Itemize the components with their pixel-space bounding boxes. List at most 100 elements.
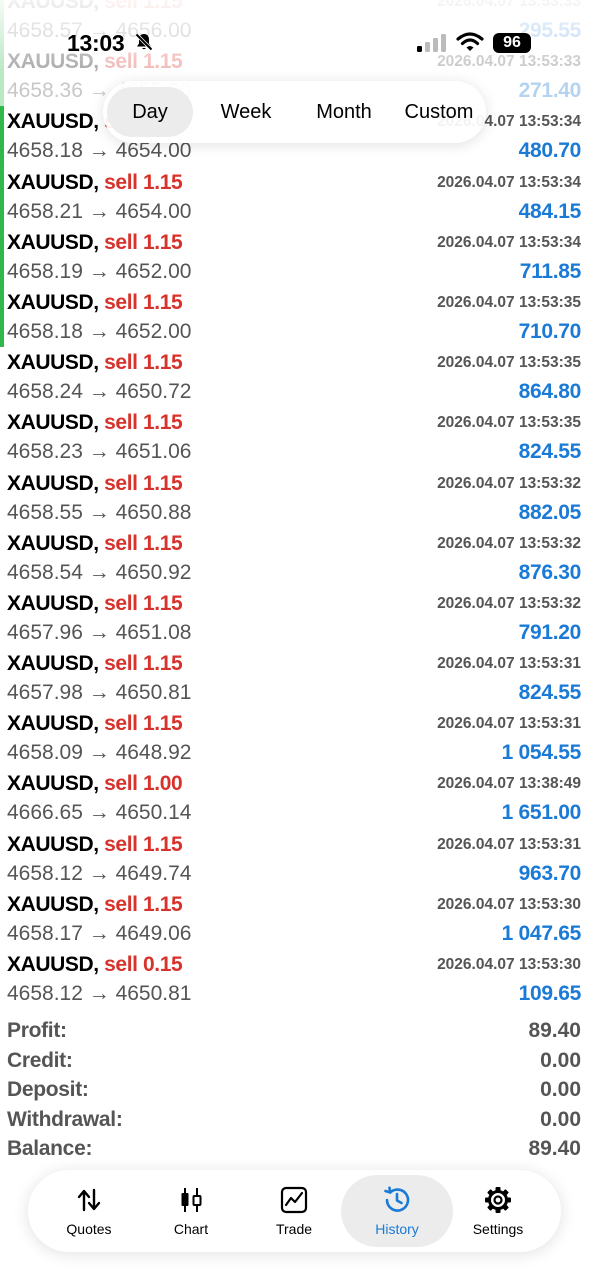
trade-prices: 4658.24 → 4650.72 <box>7 380 192 404</box>
trade-symbol: XAUUSD, <box>7 591 99 615</box>
trade-symbol: XAUUSD, <box>7 471 99 495</box>
trade-prices: 4658.17 → 4649.06 <box>7 921 192 945</box>
trade-history-list[interactable]: XAUUSD, sell 1.15 2026.04.07 13:53:33 4658… <box>0 0 589 1009</box>
trade-row[interactable]: XAUUSD, sell 1.15 2026.04.07 13:53:32 4658… <box>0 468 589 528</box>
trade-row[interactable]: XAUUSD, sell 1.15 2026.04.07 13:53:31 4657… <box>0 648 589 708</box>
trade-row[interactable]: XAUUSD, sell 1.15 2026.04.07 13:53:30 4658… <box>0 889 589 949</box>
trade-time: 2026.04.07 13:53:34 <box>437 233 581 251</box>
trade-profit: 963.70 <box>518 861 582 885</box>
summary-deposit-label: Deposit: <box>7 1078 89 1102</box>
trade-time: 2026.04.07 13:53:33 <box>437 0 581 10</box>
gear-icon <box>483 1185 513 1215</box>
trade-profit: 824.55 <box>518 681 582 705</box>
tab-history[interactable]: History <box>341 1175 453 1247</box>
trade-profit: 1 651.00 <box>501 801 582 825</box>
trade-symbol: XAUUSD, <box>7 892 99 916</box>
trade-title: XAUUSD, sell 1.15 <box>7 170 183 195</box>
trade-title: XAUUSD, sell 1.15 <box>7 50 183 74</box>
trade-side: sell 1.15 <box>104 170 183 194</box>
trade-side: sell 1.15 <box>104 290 183 314</box>
trade-time: 2026.04.07 13:53:33 <box>437 53 581 71</box>
trade-title: XAUUSD, sell 1.15 <box>7 231 183 255</box>
trade-title: XAUUSD, sell 1.15 <box>7 892 183 917</box>
period-selector: Day Week Month Custom <box>103 81 486 143</box>
trade-symbol: XAUUSD, <box>7 170 99 194</box>
trade-profit: 484.15 <box>518 199 582 223</box>
trade-title: XAUUSD, sell 1.15 <box>7 290 183 315</box>
trade-side: sell 1.15 <box>104 832 183 856</box>
trade-time: 2026.04.07 13:53:32 <box>437 534 581 552</box>
trade-symbol: XAUUSD, <box>7 290 99 314</box>
tab-day[interactable]: Day <box>107 87 193 137</box>
tab-trade[interactable]: Trade <box>244 1175 344 1247</box>
trade-prices: 4658.18 → 4652.00 <box>7 319 192 343</box>
tab-week[interactable]: Week <box>203 87 289 137</box>
trade-row[interactable]: XAUUSD, sell 1.15 2026.04.07 13:53:33 4658… <box>0 0 589 47</box>
trade-time: 2026.04.07 13:53:35 <box>437 354 581 372</box>
tab-month[interactable]: Month <box>299 87 389 137</box>
trade-row[interactable]: XAUUSD, sell 1.15 2026.04.07 13:53:31 4658… <box>0 829 589 889</box>
tab-chart[interactable]: Chart <box>141 1175 241 1247</box>
trade-profit: 109.65 <box>518 982 582 1005</box>
summary-withdrawal-row: Withdrawal: 0.00 <box>0 1105 589 1135</box>
trade-row[interactable]: XAUUSD, sell 1.15 2026.04.07 13:53:35 4658… <box>0 286 589 348</box>
summary-profit-label: Profit: <box>7 1019 67 1042</box>
trade-side: sell 1.15 <box>104 351 183 375</box>
trade-side: sell 1.15 <box>104 471 183 495</box>
trade-prices: 4658.12 → 4649.74 <box>7 861 192 885</box>
tab-settings[interactable]: Settings <box>448 1175 548 1247</box>
trade-prices: 4658.09 → 4648.92 <box>7 741 192 765</box>
account-summary: Profit: 89.40 Credit: 0.00 Deposit: 0.00… <box>0 1016 589 1164</box>
trade-title: XAUUSD, sell 0.15 <box>7 953 183 977</box>
summary-balance-value: 89.40 <box>528 1137 581 1161</box>
trade-time: 2026.04.07 13:53:30 <box>437 956 581 973</box>
trade-prices: 4658.23 → 4651.06 <box>7 440 192 464</box>
trade-prices: 4658.57 → 4656.00 <box>7 19 192 42</box>
trade-title: XAUUSD, sell 1.15 <box>7 471 183 496</box>
trade-row[interactable]: XAUUSD, sell 1.15 2026.04.07 13:53:35 4658… <box>0 407 589 467</box>
position-bar <box>0 166 4 227</box>
trade-symbol: XAUUSD, <box>7 772 99 796</box>
trade-prices: 4658.12 → 4650.81 <box>7 982 192 1005</box>
tab-chart-label: Chart <box>173 1221 209 1237</box>
trade-profit: 882.05 <box>518 500 582 524</box>
trade-symbol: XAUUSD, <box>7 531 99 555</box>
trade-prices: 4657.96 → 4651.08 <box>7 620 192 644</box>
trade-row[interactable]: XAUUSD, sell 1.15 2026.04.07 13:53:32 4658… <box>0 528 589 588</box>
trade-title: XAUUSD, sell 1.00 <box>7 772 183 796</box>
trade-title: XAUUSD, sell 1.15 <box>7 832 183 857</box>
position-bar <box>0 106 4 167</box>
trade-symbol: XAUUSD, <box>7 411 99 435</box>
line-chart-icon <box>279 1185 309 1215</box>
position-bar <box>0 286 4 348</box>
trade-side: sell 1.15 <box>104 531 183 555</box>
trade-prices: 4658.55 → 4650.88 <box>7 500 192 524</box>
trade-side: sell 1.15 <box>104 0 183 13</box>
trade-row[interactable]: XAUUSD, sell 1.15 2026.04.07 13:53:34 4658… <box>0 226 589 287</box>
trade-time: 2026.04.07 13:53:35 <box>437 414 581 432</box>
summary-credit-value: 0.00 <box>540 1048 581 1072</box>
trade-profit: 824.55 <box>518 440 582 464</box>
tab-quotes[interactable]: Quotes <box>39 1175 139 1247</box>
trade-side: sell 1.15 <box>104 411 183 435</box>
trade-side: sell 1.15 <box>104 50 183 74</box>
trade-row[interactable]: XAUUSD, sell 1.00 2026.04.07 13:38:49 4666… <box>0 768 589 828</box>
trade-row[interactable]: XAUUSD, sell 1.15 2026.04.07 13:53:32 4657… <box>0 588 589 648</box>
summary-credit-row: Credit: 0.00 <box>0 1046 589 1076</box>
trade-prices: 4658.19 → 4652.00 <box>7 259 192 283</box>
trade-row[interactable]: XAUUSD, sell 1.15 2026.04.07 13:53:35 4658… <box>0 347 589 407</box>
trade-row[interactable]: XAUUSD, sell 0.15 2026.04.07 13:53:30 4658… <box>0 949 589 1009</box>
position-bar <box>0 226 4 287</box>
trade-title: XAUUSD, sell 1.15 <box>7 411 183 435</box>
clock-history-icon <box>382 1185 412 1215</box>
trade-row[interactable]: XAUUSD, sell 1.15 2026.04.07 13:53:34 4658… <box>0 166 589 227</box>
tab-custom[interactable]: Custom <box>395 87 483 137</box>
trade-side: sell 0.15 <box>104 953 183 976</box>
trade-profit: 710.70 <box>518 319 582 343</box>
trade-symbol: XAUUSD, <box>7 110 99 134</box>
trade-side: sell 1.15 <box>104 591 183 615</box>
summary-withdrawal-label: Withdrawal: <box>7 1107 123 1131</box>
trade-row[interactable]: XAUUSD, sell 1.15 2026.04.07 13:53:31 4658… <box>0 708 589 768</box>
trade-symbol: XAUUSD, <box>7 953 99 976</box>
trade-symbol: XAUUSD, <box>7 0 99 13</box>
